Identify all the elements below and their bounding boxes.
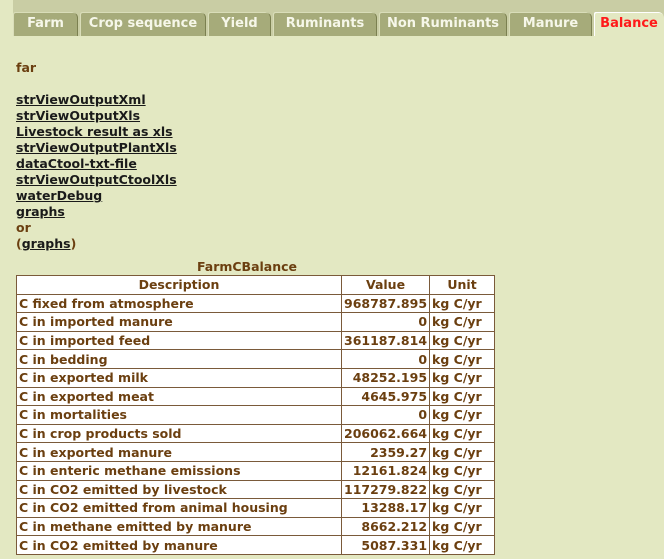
- tab-balance[interactable]: Balance: [594, 12, 664, 36]
- row-value: 13288.17: [340, 498, 431, 518]
- row-value: 968787.895: [340, 293, 431, 314]
- tab-crop-sequence[interactable]: Crop sequence: [80, 12, 206, 36]
- row-description: C in crop products sold: [16, 423, 342, 444]
- link-livestock-result-xls[interactable]: Livestock result as xls: [16, 124, 173, 140]
- row-unit: kg C/yr: [429, 330, 496, 351]
- link-waterdebug[interactable]: waterDebug: [16, 188, 102, 204]
- table-row: C in CO2 emitted by livestock 117279.822 k…: [16, 479, 496, 500]
- row-description: C in bedding: [16, 349, 342, 369]
- row-unit: kg C/yr: [429, 293, 496, 314]
- link-strviewoutputctoolxls[interactable]: strViewOutputCtoolXls: [16, 172, 177, 188]
- tab-farm[interactable]: Farm: [13, 12, 78, 36]
- row-description: C fixed from atmosphere: [16, 293, 342, 314]
- header-value: Value: [340, 275, 431, 295]
- row-unit: kg C/yr: [429, 386, 496, 407]
- row-value: 0: [340, 349, 431, 369]
- row-unit: kg C/yr: [429, 498, 496, 518]
- farm-label: far: [16, 60, 37, 75]
- row-unit: kg C/yr: [429, 312, 496, 332]
- row-value: 206062.664: [340, 423, 431, 444]
- row-value: 2359.27: [340, 442, 431, 462]
- row-value: 0: [340, 405, 431, 425]
- row-value: 4645.975: [340, 386, 431, 407]
- graphs-paren-line: (graphs): [16, 236, 177, 252]
- paren-close: ): [70, 236, 77, 251]
- row-description: C in CO2 emitted by livestock: [16, 479, 342, 500]
- row-description: C in CO2 emitted by manure: [16, 535, 342, 555]
- table-row: C in CO2 emitted by manure 5087.331 kg C/y…: [16, 535, 496, 555]
- table-row: C in methane emitted by manure 8662.212 kg…: [16, 516, 496, 537]
- row-unit: kg C/yr: [429, 460, 496, 481]
- table-row: C in bedding 0 kg C/yr: [16, 349, 496, 369]
- row-description: C in exported milk: [16, 367, 342, 388]
- link-graphs[interactable]: graphs: [16, 204, 65, 220]
- output-links-panel: far strViewOutputXml strViewOutputXls Li…: [16, 60, 177, 252]
- row-unit: kg C/yr: [429, 479, 496, 500]
- table-row: C in exported milk 48252.195 kg C/yr: [16, 367, 496, 388]
- tab-ruminants[interactable]: Ruminants: [273, 12, 377, 36]
- row-value: 8662.212: [340, 516, 431, 537]
- header-description: Description: [16, 275, 342, 295]
- row-unit: kg C/yr: [429, 367, 496, 388]
- table-row: C in enteric methane emissions 12161.824 k…: [16, 460, 496, 481]
- row-value: 117279.822: [340, 479, 431, 500]
- link-strviewoutputplantxls[interactable]: strViewOutputPlantXls: [16, 140, 177, 156]
- row-description: C in imported manure: [16, 312, 342, 332]
- row-unit: kg C/yr: [429, 349, 496, 369]
- row-value: 361187.814: [340, 330, 431, 351]
- row-description: C in exported manure: [16, 442, 342, 462]
- header-unit: Unit: [429, 275, 496, 295]
- table-row: C in exported manure 2359.27 kg C/yr: [16, 442, 496, 462]
- tab-yield[interactable]: Yield: [208, 12, 271, 36]
- row-unit: kg C/yr: [429, 535, 496, 555]
- row-description: C in mortalities: [16, 405, 342, 425]
- tab-bar: Farm Crop sequence Yield Ruminants Non R…: [13, 0, 664, 36]
- row-unit: kg C/yr: [429, 405, 496, 425]
- row-value: 0: [340, 312, 431, 332]
- row-value: 5087.331: [340, 535, 431, 555]
- link-strviewoutputxls[interactable]: strViewOutputXls: [16, 108, 140, 124]
- table-row: C in exported meat 4645.975 kg C/yr: [16, 386, 496, 407]
- row-description: C in exported meat: [16, 386, 342, 407]
- table-row: C in mortalities 0 kg C/yr: [16, 405, 496, 425]
- tab-manure[interactable]: Manure: [509, 12, 592, 36]
- row-description: C in enteric methane emissions: [16, 460, 342, 481]
- table-row: C fixed from atmosphere 968787.895 kg C/yr: [16, 293, 496, 314]
- table-row: C in CO2 emitted from animal housing 1328…: [16, 498, 496, 518]
- row-description: C in methane emitted by manure: [16, 516, 342, 537]
- table-title: FarmCBalance: [196, 259, 298, 274]
- link-datactool-txt-file[interactable]: dataCtool-txt-file: [16, 156, 137, 172]
- link-strviewoutputxml[interactable]: strViewOutputXml: [16, 92, 146, 108]
- row-unit: kg C/yr: [429, 423, 496, 444]
- farm-c-balance-table: Description Value Unit C fixed from atmo…: [16, 275, 496, 555]
- row-value: 12161.824: [340, 460, 431, 481]
- table-row: C in crop products sold 206062.664 kg C/yr: [16, 423, 496, 444]
- table-header-row: Description Value Unit: [16, 275, 496, 295]
- row-description: C in CO2 emitted from animal housing: [16, 498, 342, 518]
- tab-non-ruminants[interactable]: Non Ruminants: [379, 12, 507, 36]
- row-description: C in imported feed: [16, 330, 342, 351]
- row-value: 48252.195: [340, 367, 431, 388]
- link-graphs-paren[interactable]: graphs: [22, 236, 71, 252]
- row-unit: kg C/yr: [429, 516, 496, 537]
- row-unit: kg C/yr: [429, 442, 496, 462]
- table-row: C in imported manure 0 kg C/yr: [16, 312, 496, 332]
- or-text: or: [16, 220, 31, 235]
- table-row: C in imported feed 361187.814 kg C/yr: [16, 330, 496, 351]
